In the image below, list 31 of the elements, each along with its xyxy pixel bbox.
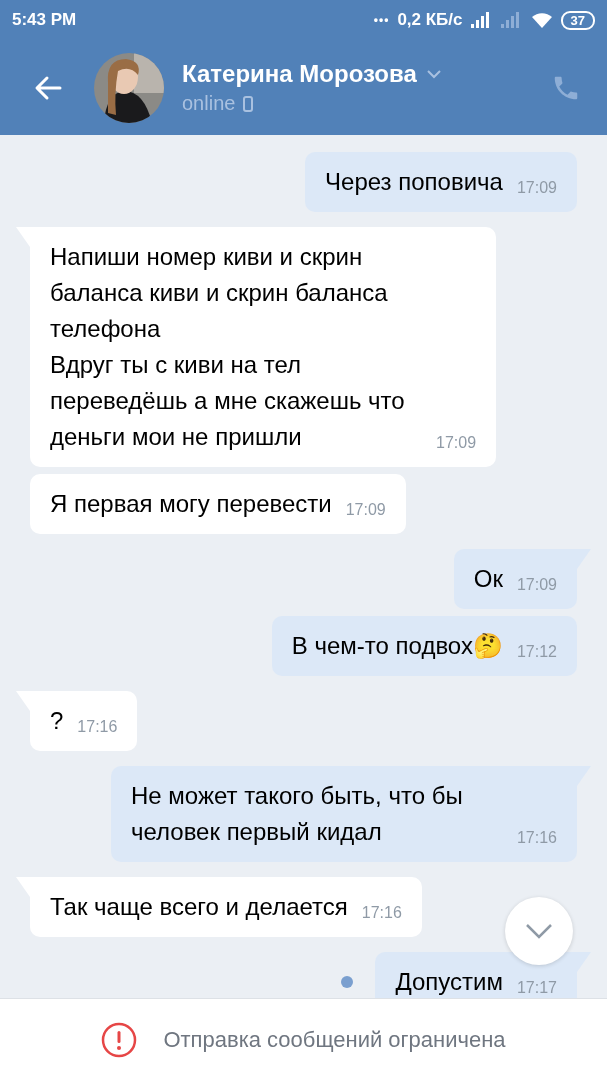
message-text: Так чаще всего и делается — [50, 892, 348, 922]
scroll-down-button[interactable] — [505, 897, 573, 965]
message-time: 17:09 — [516, 575, 557, 595]
message-text: ? — [50, 706, 64, 736]
message-time: 17:09 — [436, 433, 477, 453]
message-time: 17:17 — [516, 978, 557, 998]
message-text: Не может такого быть, что бы человек первый кидал — [130, 781, 464, 847]
message-time: 17:09 — [345, 500, 386, 520]
clock-time: 5:43 PM — [12, 10, 77, 30]
chevron-down-icon[interactable] — [426, 69, 441, 79]
message-text: Я первая могу перевести — [50, 489, 332, 519]
message-time: 17:16 — [77, 717, 118, 737]
message-text: Ок — [473, 564, 503, 594]
battery-indicator: 37 — [560, 10, 595, 30]
message-text: Через поповича — [325, 167, 503, 197]
message-time: 17:12 — [516, 642, 557, 662]
contact-name[interactable]: Катерина Морозова — [182, 60, 417, 88]
message-text: Напиши номер киви и скрин баланса киви и скрин баланса телефона Вдруг ты с киви на тел переведёшь а мне скажешь что деньги мои не пришли — [50, 242, 406, 452]
chevron-down-icon — [525, 923, 553, 939]
warning-icon — [101, 1021, 138, 1058]
message-time: 17:16 — [361, 903, 402, 923]
message-time: 17:16 — [516, 828, 557, 848]
notification-dots: ••• — [373, 13, 390, 27]
message-text: В чем-то подвох🤔 — [291, 631, 503, 661]
wifi-icon — [530, 12, 553, 28]
restriction-notice: Отправка сообщений ограничена — [163, 1026, 506, 1053]
message-time: 17:09 — [516, 178, 557, 198]
online-status: online — [182, 92, 236, 115]
mobile-icon — [243, 95, 254, 112]
message-text: Допустим — [395, 967, 503, 997]
network-speed: 0,2 КБ/с — [397, 10, 463, 30]
